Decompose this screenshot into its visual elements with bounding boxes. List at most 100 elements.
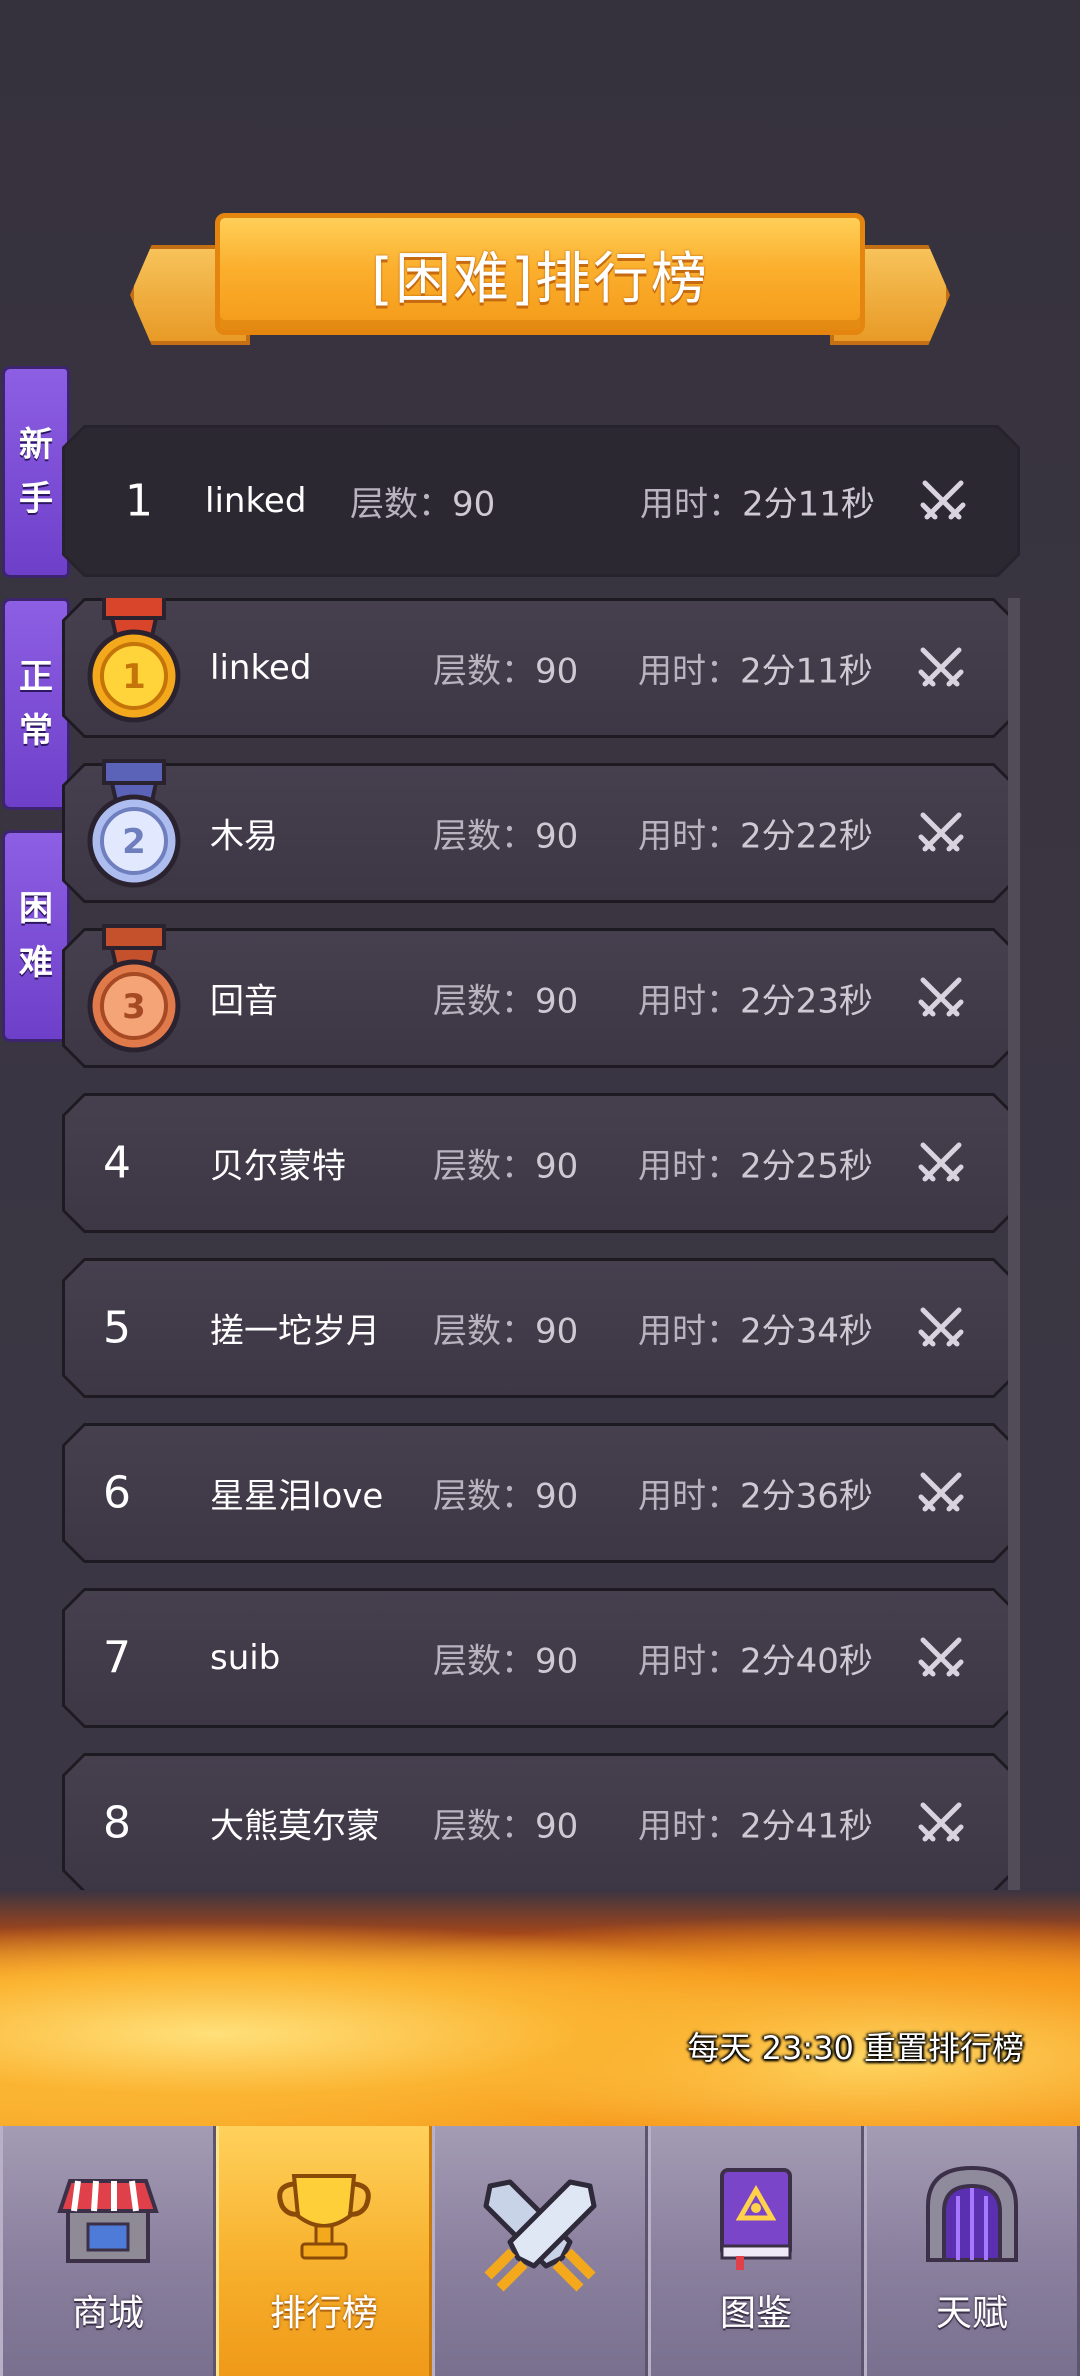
floors-label: 层数：	[433, 816, 535, 857]
floors-label: 层数：	[433, 1476, 535, 1517]
leaderboard-row-inner: 6 星星泪love 层数：90 用时：2分36秒	[65, 1426, 1013, 1560]
nav-leaderboard[interactable]: 排行榜	[216, 2126, 432, 2376]
floors: 层数：90	[433, 644, 578, 693]
leaderboard-row: 6 星星泪love 层数：90 用时：2分36秒	[62, 1423, 1016, 1563]
my-rank-name: linked	[205, 481, 307, 521]
my-rank-floors-value: 90	[452, 484, 496, 525]
tab-normal-label-1: 正	[19, 657, 53, 697]
leaderboard-row-inner: 4 贝尔蒙特 层数：90 用时：2分25秒	[65, 1096, 1013, 1230]
crossed-swords-icon[interactable]	[911, 1133, 971, 1193]
floors-label: 层数：	[433, 981, 535, 1022]
time: 用时：2分11秒	[638, 644, 873, 693]
leaderboard-row-inner: 8 大熊莫尔蒙 层数：90 用时：2分41秒	[65, 1756, 1013, 1890]
medal-gold-icon: 1	[87, 598, 181, 723]
tab-novice[interactable]: 新 手	[2, 366, 70, 578]
rank-number: 7	[103, 1632, 131, 1684]
tab-normal[interactable]: 正 常	[2, 598, 70, 810]
nav-talent[interactable]: 天赋	[864, 2126, 1080, 2376]
leaderboard-row: 回音 层数：90 用时：2分23秒	[62, 928, 1016, 1068]
time-value: 2分23秒	[740, 981, 873, 1022]
time-value: 2分25秒	[740, 1146, 873, 1187]
time-value: 2分40秒	[740, 1641, 873, 1682]
floors: 层数：90	[433, 1634, 578, 1683]
rank-number: 5	[103, 1302, 131, 1354]
floors-value: 90	[535, 1806, 579, 1847]
floors-label: 层数：	[433, 1146, 535, 1187]
nav-codex-label: 图鉴	[719, 2293, 792, 2334]
time: 用时：2分23秒	[638, 974, 873, 1023]
tab-normal-label-2: 常	[19, 711, 53, 751]
crossed-swords-icon[interactable]	[911, 803, 971, 863]
crossed-swords-icon[interactable]	[911, 1463, 971, 1523]
player-name: 木易	[210, 816, 278, 857]
list-scrollbar[interactable]	[1008, 598, 1020, 1996]
floors: 层数：90	[433, 974, 578, 1023]
time-label: 用时：	[638, 981, 740, 1022]
medal-silver-icon: 2	[87, 759, 181, 888]
leaderboard-row-inner: linked 层数：90 用时：2分11秒	[65, 601, 1013, 735]
leaderboard-row-inner: 7 suib 层数：90 用时：2分40秒	[65, 1591, 1013, 1725]
player-name: suib	[210, 1638, 281, 1678]
my-rank-floors-label: 层数：	[350, 484, 452, 525]
trophy-icon	[277, 2174, 371, 2260]
tab-novice-label-2: 手	[19, 479, 53, 519]
leaderboard-row: 木易 层数：90 用时：2分22秒	[62, 763, 1016, 903]
medal-rank-number: 2	[122, 822, 146, 862]
shop-icon	[57, 2179, 159, 2263]
nav-shop-label: 商城	[71, 2293, 144, 2334]
nav-shop[interactable]: 商城	[0, 2126, 216, 2376]
player-name: 贝尔蒙特	[210, 1146, 346, 1187]
leaderboard-row: 7 suib 层数：90 用时：2分40秒	[62, 1588, 1016, 1728]
crossed-swords-icon[interactable]	[913, 471, 973, 531]
time-label: 用时：	[638, 816, 740, 857]
time-value: 2分36秒	[740, 1476, 873, 1517]
time: 用时：2分41秒	[638, 1799, 873, 1848]
crossed-swords-icon[interactable]	[911, 638, 971, 698]
leaderboard-row: 5 搓一坨岁月 层数：90 用时：2分34秒	[62, 1258, 1016, 1398]
gate-icon	[926, 2165, 1018, 2262]
time-value: 2分22秒	[740, 816, 873, 857]
battle-swords-icon	[483, 2179, 597, 2292]
leaderboard-row: 4 贝尔蒙特 层数：90 用时：2分25秒	[62, 1093, 1016, 1233]
rank-number: 6	[103, 1467, 131, 1519]
tab-hard-label-2: 难	[19, 943, 53, 983]
floors-label: 层数：	[433, 1641, 535, 1682]
nav-leaderboard-label: 排行榜	[269, 2293, 378, 2334]
time: 用时：2分40秒	[638, 1634, 873, 1683]
bottom-nav: 商城 排行榜 图鉴 天赋	[0, 2126, 1080, 2376]
leaderboard-row: linked 层数：90 用时：2分11秒	[62, 598, 1016, 738]
my-rank-time-value: 2分11秒	[742, 484, 875, 525]
leaderboard-list[interactable]: linked 层数：90 用时：2分11秒 木易 层数：90 用时：2分22秒 回音 层数：9…	[62, 598, 1020, 1996]
time-label: 用时：	[638, 1476, 740, 1517]
medal-rank-number: 1	[122, 657, 146, 697]
player-name: 星星泪love	[210, 1476, 384, 1517]
floors-label: 层数：	[433, 1311, 535, 1352]
my-rank-time: 用时：2分11秒	[640, 477, 875, 526]
crossed-swords-icon[interactable]	[911, 968, 971, 1028]
book-icon	[720, 2168, 792, 2270]
crossed-swords-icon[interactable]	[911, 1628, 971, 1688]
tab-hard-label-1: 困	[19, 889, 53, 929]
time: 用时：2分22秒	[638, 809, 873, 858]
rank-number: 4	[103, 1137, 131, 1189]
time-label: 用时：	[638, 1806, 740, 1847]
crossed-swords-icon[interactable]	[911, 1298, 971, 1358]
floors: 层数：90	[433, 809, 578, 858]
player-name: 回音	[210, 981, 278, 1022]
floors-value: 90	[535, 651, 579, 692]
crossed-swords-icon[interactable]	[911, 1793, 971, 1853]
floors-label: 层数：	[433, 1806, 535, 1847]
leaderboard-row: 8 大熊莫尔蒙 层数：90 用时：2分41秒	[62, 1753, 1016, 1893]
my-rank-floors: 层数：90	[350, 477, 495, 526]
player-name: linked	[210, 648, 312, 688]
time-label: 用时：	[638, 1641, 740, 1682]
time-value: 2分34秒	[740, 1311, 873, 1352]
my-rank-number: 1	[125, 475, 153, 527]
floors-value: 90	[535, 1146, 579, 1187]
time-value: 2分11秒	[740, 651, 873, 692]
nav-battle[interactable]	[432, 2126, 648, 2376]
page-title: [困难]排行榜	[371, 246, 709, 312]
tab-hard[interactable]: 困 难	[2, 830, 70, 1042]
reset-note: 每天 23:30 重置排行榜	[687, 2029, 1024, 2067]
nav-codex[interactable]: 图鉴	[648, 2126, 864, 2376]
